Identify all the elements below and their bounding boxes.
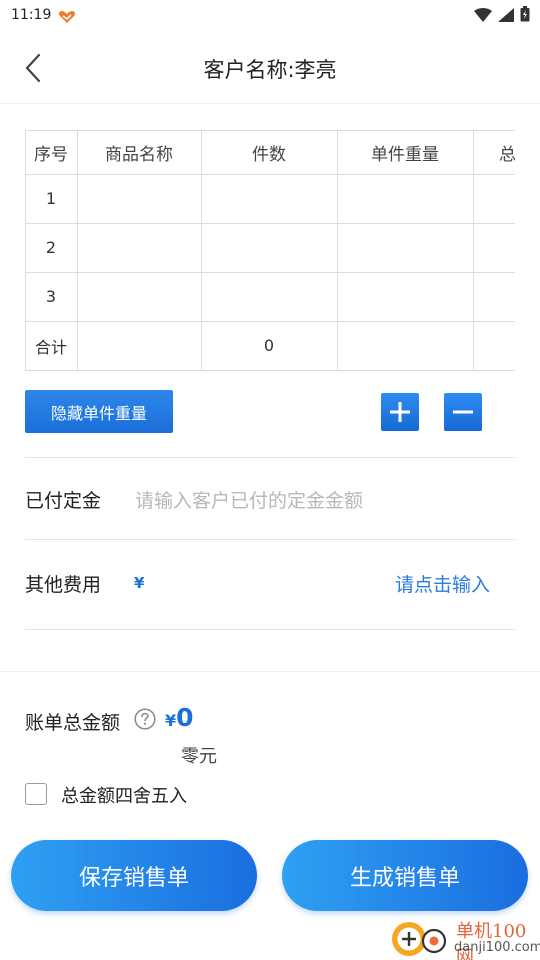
other-fees-currency: ¥ [134,574,145,592]
section-divider [0,671,540,672]
table-cell-index[interactable]: 3 [25,272,78,322]
other-fees-label: 其他费用 [25,574,102,596]
hide-unit-weight-button[interactable]: 隐藏单件重量 [25,390,173,433]
table-cell-total[interactable] [473,223,515,273]
bill-total-number: 0 [176,703,194,732]
divider [25,629,515,630]
table-cell-quantity[interactable] [201,174,338,224]
bill-total-amount: ¥ 0 [165,703,194,732]
table-total-cell-product-name[interactable] [77,321,202,371]
table-cell-unit-weight[interactable] [337,174,474,224]
battery-icon [520,6,530,26]
round-total-label[interactable]: 总金额四舍五入 [61,782,187,808]
remove-row-button[interactable] [444,393,482,431]
plus-icon [390,402,410,422]
wifi-icon [474,7,492,26]
table-cell-total[interactable] [473,272,515,322]
divider [25,457,515,458]
table-cell-product-name[interactable] [77,223,202,273]
table-cell-index[interactable]: 1 [25,174,78,224]
table-cell-quantity[interactable] [201,223,338,273]
table-cell-quantity[interactable] [201,272,338,322]
other-fees-input-link[interactable]: 请点击输入 [395,570,490,597]
product-table[interactable]: 序号 商品名称 件数 单件重量总 1 2 3 合计 0 [25,130,515,371]
table-cell-product-name[interactable] [77,272,202,322]
table-cell-product-name[interactable] [77,174,202,224]
divider [25,539,515,540]
page-title: 客户名称:李亮 [203,58,337,82]
table-cell-unit-weight[interactable] [337,272,474,322]
table-header-cell-unit-weight: 单件重量 [337,130,474,175]
table-total-cell-unit-weight[interactable] [337,321,474,371]
signal-icon [498,7,514,26]
table-cell-unit-weight[interactable] [337,223,474,273]
bill-total-label: 账单总金额 [25,712,121,734]
generate-sales-order-button[interactable]: 生成销售单 [282,840,528,911]
table-header-cell-index: 序号 [25,130,78,175]
table-total-cell-quantity[interactable]: 0 [201,321,338,371]
table-header-cell-product-name: 商品名称 [77,130,202,175]
status-bar: 11:19 [0,0,540,32]
bill-total-currency: ¥ [165,711,177,730]
watermark-domain: danji100.com [454,940,540,955]
deposit-input[interactable]: 请输入客户已付的定金金额 [135,486,363,513]
status-time: 11:19 [11,7,52,23]
round-total-checkbox[interactable] [25,783,47,805]
app-notification-icon [58,9,76,23]
status-icons [474,6,530,26]
table-header-cell-total: 总 [473,130,515,175]
minus-icon [453,410,473,414]
site-watermark: 单机100网 danji100.com [390,915,540,960]
deposit-label: 已付定金 [25,490,102,512]
table-total-cell-index[interactable]: 合计 [25,321,78,371]
help-icon[interactable] [134,708,156,730]
table-cell-index[interactable]: 2 [25,223,78,273]
table-cell-total[interactable] [473,174,515,224]
bill-total-in-words: 零元 [181,746,217,767]
table-total-cell-total[interactable] [473,321,515,371]
watermark-logo-icon [392,922,447,956]
header: 客户名称:李亮 [0,32,540,104]
save-sales-order-button[interactable]: 保存销售单 [11,840,257,911]
add-row-button[interactable] [381,393,419,431]
table-header-cell-quantity: 件数 [201,130,338,175]
